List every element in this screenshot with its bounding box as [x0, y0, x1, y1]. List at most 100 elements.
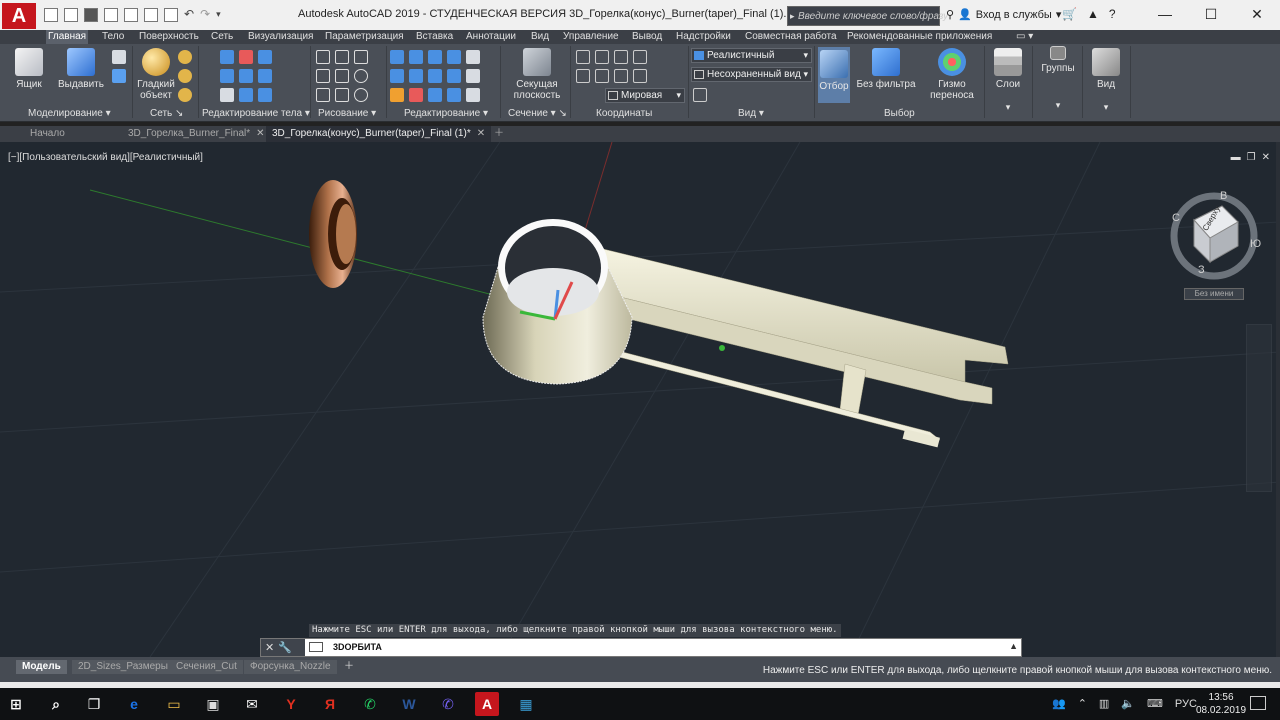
modeling-panel-title[interactable]: Моделирование ▾ [28, 108, 111, 119]
share-icon[interactable] [164, 8, 178, 22]
culling-button[interactable]: Отбор [818, 47, 850, 103]
viewport-scrollbar[interactable] [1276, 142, 1280, 657]
circle-icon[interactable] [354, 69, 368, 83]
close-icon[interactable]: ✕ [477, 128, 485, 139]
help-icon[interactable]: ? [1109, 7, 1116, 21]
ucs-face-icon[interactable] [595, 50, 609, 64]
scale-icon[interactable] [447, 69, 461, 83]
ribbon-options-icon[interactable]: ▭ ▾ [1014, 30, 1035, 44]
viewports-icon[interactable] [693, 88, 707, 102]
maximize-button[interactable]: ☐ [1188, 0, 1234, 30]
line-icon[interactable] [316, 69, 330, 83]
mesh-refine-icon[interactable] [178, 69, 192, 83]
rotate-icon[interactable] [409, 69, 423, 83]
photos-icon[interactable]: ▦ [514, 692, 538, 716]
subtract-icon[interactable] [239, 50, 253, 64]
ucs-world-dropdown[interactable]: Мировая [605, 88, 685, 103]
tab-annotate[interactable]: Аннотации [464, 30, 518, 44]
no-filter-button[interactable]: Без фильтра [856, 48, 916, 90]
layout-tab-model[interactable]: Модель [16, 660, 67, 674]
close-icon[interactable]: ✕ [265, 641, 274, 654]
mesh-panel-title[interactable]: Сеть ↘ [150, 108, 183, 119]
volume-icon[interactable]: 🔈 [1121, 697, 1135, 710]
layout-tab-2d-sizes[interactable]: 2D_Sizes_Размеры [72, 660, 174, 674]
ucs-y-icon[interactable] [595, 69, 609, 83]
command-input[interactable]: 3DОРБИТА [333, 642, 382, 652]
spline-icon[interactable] [335, 50, 349, 64]
selection-panel-title[interactable]: Выбор [884, 108, 915, 119]
box-button[interactable]: Ящик [12, 48, 46, 90]
save-icon[interactable] [84, 8, 98, 22]
extrude-button[interactable]: Выдавить [56, 48, 106, 90]
new-tab-button[interactable]: ＋ [488, 126, 510, 142]
mesh-smooth-icon[interactable] [178, 50, 192, 64]
fillet-icon[interactable] [390, 88, 404, 102]
add-layout-button[interactable]: ＋ [338, 660, 360, 674]
arc-icon[interactable] [354, 50, 368, 64]
plot-icon[interactable] [144, 8, 158, 22]
command-line[interactable]: ✕ 🔧 3DОРБИТА ▲ [260, 638, 1022, 657]
language-indicator[interactable]: РУС [1175, 698, 1197, 710]
view-button[interactable]: Вид ▾ [1088, 48, 1124, 113]
ucs-view-icon[interactable] [633, 50, 647, 64]
mesh-crease-icon[interactable] [178, 88, 192, 102]
tab-home[interactable]: Главная [46, 30, 89, 44]
close-icon[interactable]: ✕ [1262, 152, 1270, 163]
autocad-icon[interactable]: A [475, 692, 499, 716]
tab-addins[interactable]: Надстройки [674, 30, 733, 44]
erase-icon[interactable] [409, 88, 423, 102]
ellipse-icon[interactable] [354, 88, 368, 102]
network-icon[interactable]: ▥ [1099, 697, 1109, 710]
undo-icon[interactable]: ↶ [184, 8, 194, 22]
yandex-browser-icon[interactable]: Y [279, 692, 303, 716]
explode-icon[interactable] [466, 88, 480, 102]
a360-icon[interactable]: ▲ [1087, 7, 1099, 21]
task-view-icon[interactable]: ❐ [82, 692, 106, 716]
close-button[interactable]: ✕ [1234, 0, 1280, 30]
groups-button[interactable]: Группы ▾ [1038, 46, 1078, 111]
copper-flange[interactable] [309, 180, 357, 288]
trim-icon[interactable] [466, 50, 480, 64]
cart-icon[interactable]: 🛒 [1062, 7, 1077, 21]
restore-icon[interactable]: ❐ [1247, 152, 1256, 163]
ucs-x-icon[interactable] [614, 50, 628, 64]
minimize-button[interactable]: — [1142, 0, 1188, 30]
chevron-up-icon[interactable]: ▲ [1009, 641, 1018, 651]
union-icon[interactable] [220, 50, 234, 64]
separate-icon[interactable] [258, 88, 272, 102]
redo-icon[interactable]: ↷ [200, 8, 210, 22]
notifications-icon[interactable] [1250, 696, 1266, 710]
ucs-3point-icon[interactable] [614, 69, 628, 83]
layers-button[interactable]: Слои ▾ [990, 48, 1026, 113]
slice-icon[interactable] [239, 69, 253, 83]
intersect-icon[interactable] [258, 50, 272, 64]
burner-arm[interactable] [594, 246, 1009, 448]
open-file-icon[interactable] [64, 8, 78, 22]
offset-icon[interactable] [428, 88, 442, 102]
extrude-faces-icon[interactable] [239, 88, 253, 102]
word-icon[interactable]: W [397, 692, 421, 716]
signin-button[interactable]: ⚲ 👤 Вход в службы ▾ [946, 8, 1061, 22]
viber-icon[interactable]: ✆ [436, 692, 460, 716]
doc-tab-start[interactable]: Начало [24, 126, 71, 142]
tab-solid[interactable]: Тело [100, 30, 126, 44]
save-as-icon[interactable] [104, 8, 118, 22]
ucs-z-icon[interactable] [633, 69, 647, 83]
copy-icon[interactable] [447, 88, 461, 102]
whatsapp-icon[interactable]: ✆ [358, 692, 382, 716]
print-icon[interactable] [124, 8, 138, 22]
search-icon[interactable]: ⌕ [44, 692, 68, 716]
modify-panel-title[interactable]: Редактирование ▾ [404, 108, 488, 119]
ray-icon[interactable] [335, 69, 349, 83]
model-scene[interactable] [0, 142, 1280, 657]
doc-tab-burner-final[interactable]: 3D_Горелка_Burner_Final* ✕ [122, 126, 271, 142]
close-icon[interactable]: ✕ [256, 128, 264, 139]
qat-dropdown-icon[interactable]: ▾ [216, 8, 221, 22]
polygon-icon[interactable] [316, 88, 330, 102]
drawing-viewport[interactable]: [−][Пользовательский вид][Реалистичный] … [0, 142, 1280, 657]
solid-edit-panel-title[interactable]: Редактирование тела ▾ [202, 108, 310, 119]
tab-output[interactable]: Вывод [630, 30, 664, 44]
presspull-icon[interactable] [112, 69, 126, 83]
move-icon[interactable] [428, 50, 442, 64]
doc-tab-burner-taper[interactable]: 3D_Горелка(конус)_Burner(taper)_Final (1… [266, 126, 492, 142]
